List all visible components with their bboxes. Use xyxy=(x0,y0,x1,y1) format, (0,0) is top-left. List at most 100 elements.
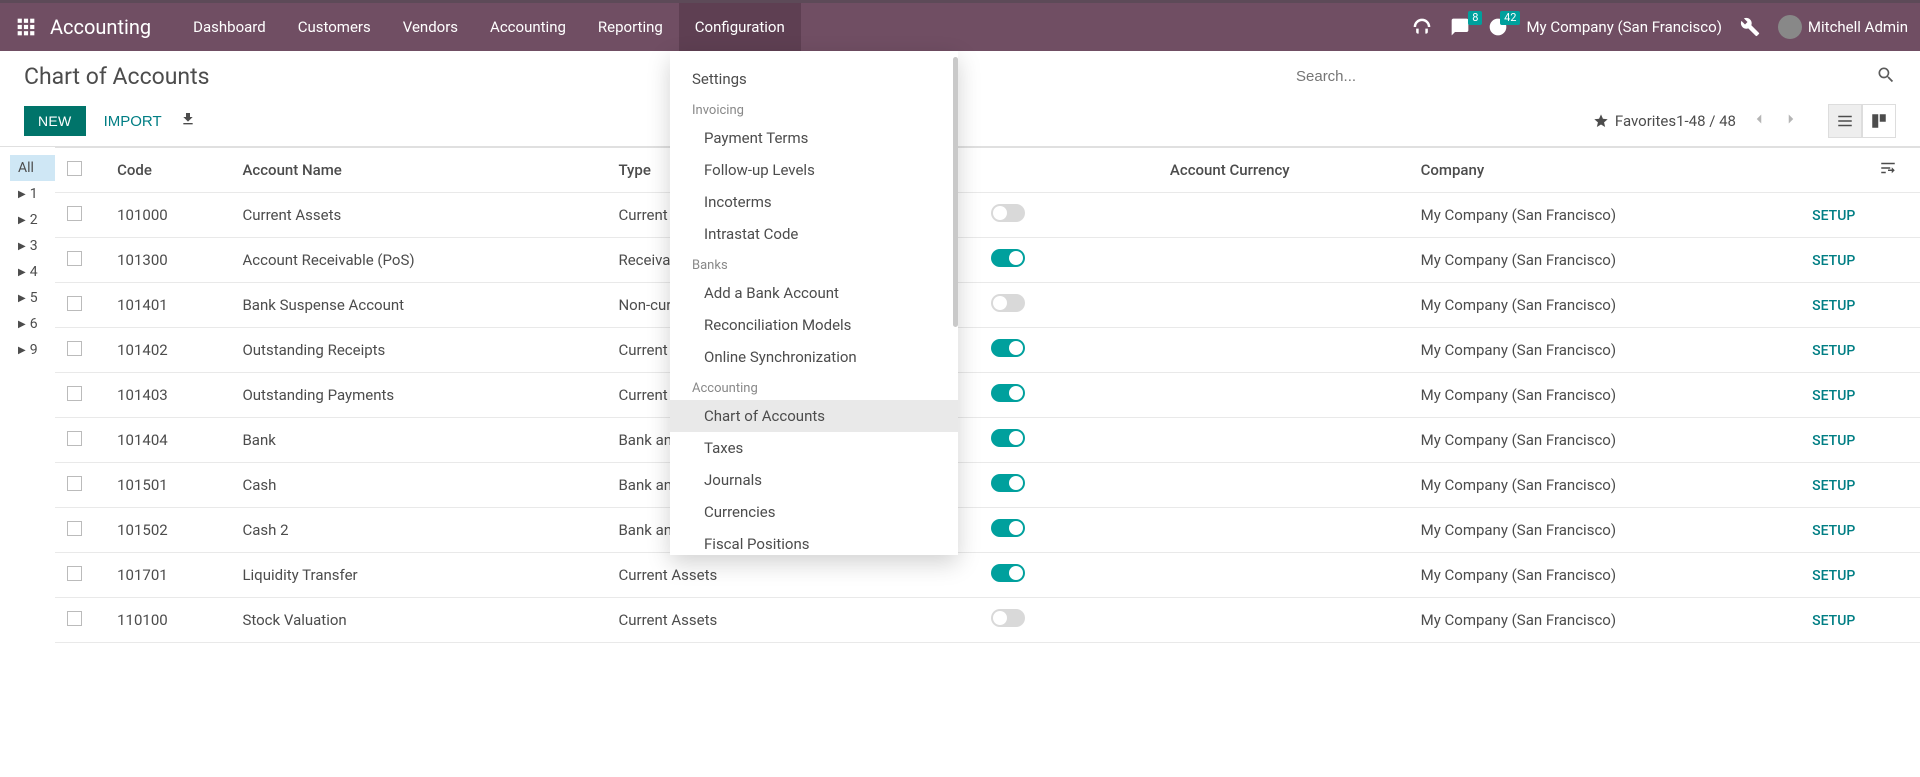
row-checkbox[interactable] xyxy=(67,611,82,626)
company-selector[interactable]: My Company (San Francisco) xyxy=(1526,18,1721,36)
row-checkbox[interactable] xyxy=(67,431,82,446)
col-name[interactable]: Account Name xyxy=(230,148,606,193)
col-company[interactable]: Company xyxy=(1409,148,1772,193)
setup-button[interactable]: SETUP xyxy=(1812,568,1855,584)
cell-currency xyxy=(1158,418,1409,463)
caret-icon: ▶ xyxy=(18,293,26,304)
setup-button[interactable]: SETUP xyxy=(1812,613,1855,629)
table-row[interactable]: 101404BankBank and CashMy Company (San F… xyxy=(55,418,1920,463)
dd-item-online-synchronization[interactable]: Online Synchronization xyxy=(670,341,958,373)
setup-button[interactable]: SETUP xyxy=(1812,523,1855,539)
col-currency[interactable]: Account Currency xyxy=(1158,148,1409,193)
cell-company: My Company (San Francisco) xyxy=(1409,598,1772,643)
tools-icon[interactable] xyxy=(1740,17,1760,37)
setup-button[interactable]: SETUP xyxy=(1812,208,1855,224)
allow-toggle[interactable] xyxy=(991,384,1025,402)
allow-toggle[interactable] xyxy=(991,294,1025,312)
cell-name: Account Receivable (PoS) xyxy=(230,238,606,283)
sidebar-item-all[interactable]: All xyxy=(10,155,55,181)
nav-vendors[interactable]: Vendors xyxy=(387,3,474,51)
row-checkbox[interactable] xyxy=(67,566,82,581)
dd-item-add-a-bank-account[interactable]: Add a Bank Account xyxy=(670,277,958,309)
setup-button[interactable]: SETUP xyxy=(1812,298,1855,314)
user-menu[interactable]: Mitchell Admin xyxy=(1778,15,1908,39)
table-row[interactable]: 101402Outstanding ReceiptsCurrent Assets… xyxy=(55,328,1920,373)
sidebar-item-9[interactable]: ▶9 xyxy=(10,337,55,363)
table-row[interactable]: 101403Outstanding PaymentsCurrent Assets… xyxy=(55,373,1920,418)
dd-item-taxes[interactable]: Taxes xyxy=(670,432,958,464)
row-checkbox[interactable] xyxy=(67,476,82,491)
nav-dashboard[interactable]: Dashboard xyxy=(177,3,282,51)
sidebar-item-6[interactable]: ▶6 xyxy=(10,311,55,337)
sidebar-item-2[interactable]: ▶2 xyxy=(10,207,55,233)
nav-customers[interactable]: Customers xyxy=(282,3,387,51)
sidebar-item-4[interactable]: ▶4 xyxy=(10,259,55,285)
pager-text[interactable]: 1-48 / 48 xyxy=(1676,112,1736,130)
setup-button[interactable]: SETUP xyxy=(1812,253,1855,269)
dd-item-journals[interactable]: Journals xyxy=(670,464,958,496)
favorites-dropdown[interactable]: Favorites xyxy=(1593,112,1676,130)
nav-accounting[interactable]: Accounting xyxy=(474,3,582,51)
sidebar-item-3[interactable]: ▶3 xyxy=(10,233,55,259)
setup-button[interactable]: SETUP xyxy=(1812,388,1855,404)
row-checkbox[interactable] xyxy=(67,521,82,536)
table-row[interactable]: 110100Stock ValuationCurrent AssetsMy Co… xyxy=(55,598,1920,643)
app-title[interactable]: Accounting xyxy=(50,15,151,39)
allow-toggle[interactable] xyxy=(991,249,1025,267)
activity-icon[interactable]: 42 xyxy=(1488,17,1508,37)
search-input[interactable] xyxy=(1296,68,1876,85)
nav-reporting[interactable]: Reporting xyxy=(582,3,679,51)
table-row[interactable]: 101502Cash 2Bank and CashMy Company (San… xyxy=(55,508,1920,553)
dd-item-incoterms[interactable]: Incoterms xyxy=(670,186,958,218)
allow-toggle[interactable] xyxy=(991,204,1025,222)
chat-icon[interactable]: 8 xyxy=(1450,17,1470,37)
cell-name: Stock Valuation xyxy=(230,598,606,643)
row-checkbox[interactable] xyxy=(67,251,82,266)
kanban-view-icon[interactable] xyxy=(1862,104,1896,138)
dd-item-currencies[interactable]: Currencies xyxy=(670,496,958,528)
setup-button[interactable]: SETUP xyxy=(1812,433,1855,449)
import-button[interactable]: IMPORT xyxy=(104,113,162,130)
row-checkbox[interactable] xyxy=(67,386,82,401)
dd-settings[interactable]: Settings xyxy=(670,63,958,95)
new-button[interactable]: NEW xyxy=(24,106,86,136)
allow-toggle[interactable] xyxy=(991,429,1025,447)
setup-button[interactable]: SETUP xyxy=(1812,478,1855,494)
sidebar-item-1[interactable]: ▶1 xyxy=(10,181,55,207)
dropdown-scrollbar[interactable] xyxy=(953,57,958,327)
select-all-checkbox[interactable] xyxy=(67,161,82,176)
search-icon[interactable] xyxy=(1876,65,1896,89)
table-row[interactable]: 101300Account Receivable (PoS)Receivable… xyxy=(55,238,1920,283)
sidebar-item-label: 4 xyxy=(30,264,38,280)
table-row[interactable]: 101000Current AssetsCurrent AssetsMy Com… xyxy=(55,193,1920,238)
row-checkbox[interactable] xyxy=(67,296,82,311)
dd-item-chart-of-accounts[interactable]: Chart of Accounts xyxy=(670,400,958,432)
table-row[interactable]: 101401Bank Suspense AccountNon-current A… xyxy=(55,283,1920,328)
columns-options-icon[interactable] xyxy=(1867,148,1920,193)
sidebar-item-5[interactable]: ▶5 xyxy=(10,285,55,311)
table-row[interactable]: 101701Liquidity TransferCurrent AssetsMy… xyxy=(55,553,1920,598)
dd-item-payment-terms[interactable]: Payment Terms xyxy=(670,122,958,154)
setup-button[interactable]: SETUP xyxy=(1812,343,1855,359)
allow-toggle[interactable] xyxy=(991,609,1025,627)
allow-toggle[interactable] xyxy=(991,519,1025,537)
download-icon[interactable] xyxy=(180,111,196,131)
support-icon[interactable] xyxy=(1412,17,1432,37)
row-checkbox[interactable] xyxy=(67,341,82,356)
dd-item-fiscal-positions[interactable]: Fiscal Positions xyxy=(670,528,958,555)
row-checkbox[interactable] xyxy=(67,206,82,221)
sidebar: All▶1▶2▶3▶4▶5▶6▶9 xyxy=(0,147,55,773)
pager-next-icon[interactable] xyxy=(1782,110,1800,132)
table-row[interactable]: 101501CashBank and CashMy Company (San F… xyxy=(55,463,1920,508)
allow-toggle[interactable] xyxy=(991,564,1025,582)
list-view-icon[interactable] xyxy=(1828,104,1862,138)
dd-item-intrastat-code[interactable]: Intrastat Code xyxy=(670,218,958,250)
dd-item-follow-up-levels[interactable]: Follow-up Levels xyxy=(670,154,958,186)
apps-icon[interactable] xyxy=(12,13,40,41)
dd-item-reconciliation-models[interactable]: Reconciliation Models xyxy=(670,309,958,341)
allow-toggle[interactable] xyxy=(991,474,1025,492)
col-code[interactable]: Code xyxy=(105,148,230,193)
nav-configuration[interactable]: Configuration xyxy=(679,3,801,51)
pager-prev-icon[interactable] xyxy=(1750,110,1768,132)
allow-toggle[interactable] xyxy=(991,339,1025,357)
